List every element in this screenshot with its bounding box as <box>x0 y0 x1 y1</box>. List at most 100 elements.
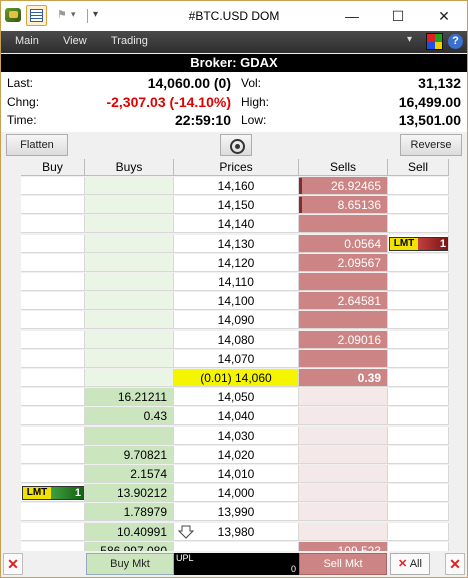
buy-cell[interactable] <box>21 215 85 234</box>
col-header-buy: Buy <box>21 159 85 176</box>
buy-cell[interactable] <box>21 426 85 445</box>
buy-market-button[interactable]: Buy Mkt <box>86 553 174 575</box>
menu-trading[interactable]: Trading <box>111 35 148 47</box>
buy-cell[interactable]: LMT 1 <box>21 484 85 503</box>
price-cell[interactable]: 14,040 <box>174 407 299 426</box>
sell-cell[interactable] <box>388 503 449 522</box>
menu-overflow-icon[interactable]: ▾ <box>407 34 412 45</box>
price-cell[interactable]: 14,150 <box>174 196 299 215</box>
price-cell[interactable]: 14,130 <box>174 234 299 253</box>
price-cell[interactable]: (0.01) 14,060 <box>174 369 299 387</box>
buy-cell[interactable] <box>21 253 85 272</box>
sell-cell[interactable] <box>388 522 449 541</box>
buys-size-cell: 16.21211 <box>85 388 174 407</box>
sell-cell[interactable] <box>388 426 449 445</box>
sell-cell[interactable] <box>388 407 449 426</box>
sell-cell[interactable] <box>388 253 449 272</box>
ladder-row: 14,080 2.09016 <box>1 330 467 349</box>
buy-cell[interactable] <box>21 465 85 483</box>
price-cell[interactable]: 13,990 <box>174 503 299 522</box>
close-button[interactable]: ✕ <box>421 1 467 31</box>
sells-size-cell <box>299 465 388 483</box>
price-cell[interactable]: 14,160 <box>174 177 299 195</box>
maximize-button[interactable]: ☐ <box>375 1 421 31</box>
menu-main[interactable]: Main <box>15 35 39 47</box>
color-scheme-icon[interactable] <box>426 33 443 50</box>
sells-size-cell: 0.39 <box>299 369 388 387</box>
ladder-row: 10.40991 13,980 <box>1 522 467 541</box>
sell-cell[interactable] <box>388 330 449 349</box>
flatten-button[interactable]: Flatten <box>6 134 68 156</box>
buy-cell[interactable] <box>21 196 85 215</box>
sell-cell[interactable] <box>388 311 449 330</box>
cancel-buys-button[interactable]: ✕ <box>3 553 23 575</box>
buy-cell[interactable] <box>21 292 85 311</box>
sell-cell[interactable] <box>388 292 449 311</box>
price-cell[interactable]: 14,020 <box>174 445 299 464</box>
price-cell[interactable]: 14,100 <box>174 292 299 311</box>
price-cell[interactable]: 14,000 <box>174 484 299 503</box>
cancel-sells-button[interactable]: ✕ <box>445 553 465 575</box>
scroll-down-arrow-icon[interactable] <box>177 525 195 539</box>
buy-cell[interactable] <box>21 445 85 464</box>
buy-cell[interactable] <box>21 177 85 195</box>
sell-market-button[interactable]: Sell Mkt <box>299 553 387 575</box>
price-cell[interactable]: 14,050 <box>174 388 299 407</box>
sell-limit-order-tag[interactable]: LMT 1 <box>389 236 448 251</box>
sell-cell[interactable] <box>388 445 449 464</box>
sell-cell[interactable] <box>388 369 449 387</box>
buy-cell[interactable] <box>21 234 85 253</box>
time-value: 22:59:10 <box>174 112 231 128</box>
buy-cell[interactable] <box>21 311 85 330</box>
high-label: High: <box>241 95 270 109</box>
buy-cell[interactable] <box>21 503 85 522</box>
price-cell[interactable]: 14,010 <box>174 465 299 483</box>
sell-cell[interactable]: LMT 1 <box>388 234 449 253</box>
price-cell[interactable]: 14,090 <box>174 311 299 330</box>
price-cell[interactable]: 14,110 <box>174 273 299 291</box>
price-cell[interactable]: 14,140 <box>174 215 299 234</box>
price-cell[interactable]: 14,080 <box>174 330 299 349</box>
menu-bar: Main View Trading ▾ ? <box>1 31 467 53</box>
ladder-row: 9.70821 14,020 <box>1 445 467 464</box>
buy-cell[interactable] <box>21 369 85 387</box>
reverse-button[interactable]: Reverse <box>400 134 462 156</box>
sell-cell[interactable] <box>388 196 449 215</box>
ladder-row: 14,030 <box>1 426 467 445</box>
sell-cell[interactable] <box>388 388 449 407</box>
menu-view[interactable]: View <box>63 35 87 47</box>
action-row: Flatten Reverse <box>1 134 467 158</box>
ladder-scroll-area[interactable] <box>449 159 467 551</box>
sell-cell[interactable] <box>388 215 449 234</box>
dom-window: ⚑ ▾ ▾ #BTC.USD DOM — ☐ ✕ Main View Tradi… <box>0 0 468 578</box>
price-cell[interactable]: 14,120 <box>174 253 299 272</box>
order-type-label: LMT <box>23 487 51 500</box>
price-cell[interactable]: 14,070 <box>174 349 299 368</box>
sell-cell[interactable] <box>388 273 449 291</box>
buy-limit-order-tag[interactable]: LMT 1 <box>22 486 84 501</box>
upl-label: UPL <box>176 553 194 563</box>
ladder-row: 14,090 <box>1 311 467 330</box>
buy-cell[interactable] <box>21 388 85 407</box>
cancel-all-button[interactable]: ✕ All <box>390 553 430 575</box>
ladder-row: 16.21211 14,050 <box>1 388 467 407</box>
sell-cell[interactable] <box>388 484 449 503</box>
col-header-sells: Sells <box>299 159 388 176</box>
sell-cell[interactable] <box>388 465 449 483</box>
center-ladder-icon[interactable] <box>220 134 252 156</box>
help-icon[interactable]: ? <box>448 34 463 49</box>
buy-cell[interactable] <box>21 349 85 368</box>
price-cell[interactable]: 14,030 <box>174 426 299 445</box>
price-cell[interactable]: 13,980 <box>174 522 299 541</box>
buys-size-cell: 0.43 <box>85 407 174 426</box>
sell-cell[interactable] <box>388 177 449 195</box>
buy-cell[interactable] <box>21 522 85 541</box>
sell-cell[interactable] <box>388 349 449 368</box>
buy-cell[interactable] <box>21 330 85 349</box>
buy-cell[interactable] <box>21 273 85 291</box>
minimize-button[interactable]: — <box>329 1 375 31</box>
col-header-sell: Sell <box>388 159 449 176</box>
sells-size-cell <box>299 311 388 330</box>
ladder-row: 14,100 2.64581 <box>1 292 467 311</box>
buy-cell[interactable] <box>21 407 85 426</box>
